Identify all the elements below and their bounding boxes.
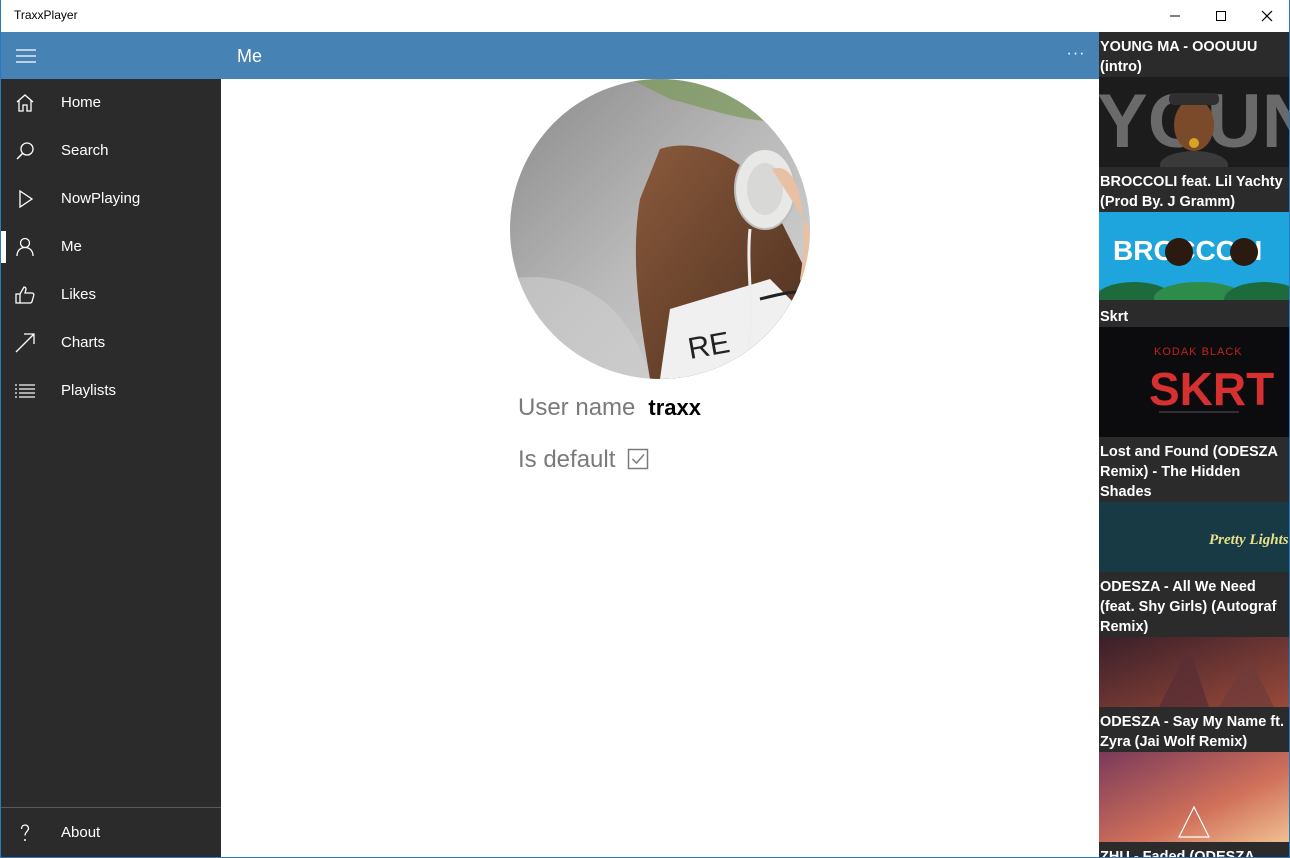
search-icon	[13, 139, 37, 163]
minimize-icon	[1170, 15, 1180, 17]
page-title: Me	[237, 46, 263, 66]
nav-item-home[interactable]: Home	[1, 79, 221, 127]
track-title: ZHU - Faded (ODESZA	[1100, 849, 1255, 858]
selection-indicator	[1, 231, 6, 263]
track-artwork	[1099, 637, 1289, 707]
track-item[interactable]: Lost and Found (ODESZA Remix) - The Hidd…	[1099, 442, 1289, 572]
close-icon	[1261, 10, 1273, 22]
nav-item-about[interactable]: About	[1, 809, 221, 857]
nav-item-label: Likes	[61, 286, 97, 303]
track-title: BROCCOLI feat. Lil Yachty (Prod By. J Gr…	[1100, 174, 1283, 210]
hamburger-button[interactable]	[1, 32, 51, 79]
track-artwork: YOUNG	[1099, 77, 1289, 167]
track-title: ODESZA - Say My Name ft. Zyra (Jai Wolf …	[1100, 714, 1284, 750]
maximize-button[interactable]	[1198, 0, 1244, 32]
minimize-button[interactable]	[1152, 0, 1198, 32]
nav-item-label: Me	[61, 238, 82, 255]
profile-page: RE User name traxx Is default	[221, 79, 1099, 857]
track-artwork: KODAK BLACK SKRT	[1099, 327, 1289, 437]
username-row: User name traxx	[518, 394, 701, 422]
track-item[interactable]: ZHU - Faded (ODESZA	[1099, 847, 1289, 858]
track-list: YOUNG MA - OOOUUU (intro) YOUNG BROCCOLI…	[1099, 32, 1289, 858]
close-button[interactable]	[1244, 0, 1289, 32]
nav-item-charts[interactable]: Charts	[1, 319, 221, 367]
track-item[interactable]: ODESZA - All We Need (feat. Shy Girls) (…	[1099, 577, 1289, 707]
thumbs-up-icon	[13, 283, 37, 307]
username-value: traxx	[648, 395, 701, 420]
track-title: ODESZA - All We Need (feat. Shy Girls) (…	[1100, 579, 1277, 635]
nav-item-me[interactable]: Me	[1, 223, 221, 271]
track-item[interactable]: BROCCOLI feat. Lil Yachty (Prod By. J Gr…	[1099, 172, 1289, 300]
hamburger-icon	[16, 48, 36, 63]
track-artwork: Pretty Lights	[1099, 502, 1289, 572]
help-icon	[13, 821, 37, 845]
art-text: SKRT	[1149, 363, 1274, 415]
art-text: Pretty Lights	[1209, 532, 1289, 548]
nav-item-search[interactable]: Search	[1, 127, 221, 175]
track-title: Lost and Found (ODESZA Remix) - The Hidd…	[1100, 444, 1278, 500]
trend-arrow-icon	[13, 331, 37, 355]
track-item[interactable]: Skrt KODAK BLACK SKRT	[1099, 307, 1289, 437]
is-default-checkbox[interactable]	[627, 448, 649, 470]
nav-item-label: Charts	[61, 334, 106, 351]
nav-item-nowplaying[interactable]: NowPlaying	[1, 175, 221, 223]
nav-item-label: Home	[61, 94, 102, 111]
default-row: Is default	[518, 445, 649, 474]
nav-item-label: NowPlaying	[61, 190, 141, 207]
home-icon	[13, 91, 37, 115]
window-title: TraxxPlayer	[14, 8, 78, 22]
app-window: TraxxPlayer Me ··· Home Search NowPlayin…	[0, 0, 1290, 858]
nav-item-likes[interactable]: Likes	[1, 271, 221, 319]
username-label: User name	[518, 394, 636, 421]
person-icon	[13, 235, 37, 259]
nav-item-label: Search	[61, 142, 109, 159]
track-artwork	[1099, 752, 1289, 842]
maximize-icon	[1216, 11, 1226, 21]
play-icon	[13, 187, 37, 211]
track-item[interactable]: YOUNG MA - OOOUUU (intro) YOUNG	[1099, 37, 1289, 167]
is-default-label: Is default	[518, 446, 616, 473]
title-bar: TraxxPlayer	[1, 0, 1289, 32]
app-header: Me ···	[1, 32, 1099, 79]
checkmark-icon	[628, 448, 649, 470]
nav-item-label: About	[61, 824, 101, 841]
profile-avatar: RE	[510, 79, 810, 379]
list-icon	[13, 379, 37, 403]
track-item[interactable]: ODESZA - Say My Name ft. Zyra (Jai Wolf …	[1099, 712, 1289, 842]
nav-item-playlists[interactable]: Playlists	[1, 367, 221, 415]
nav-item-label: Playlists	[61, 382, 117, 399]
nav-pane: Home Search NowPlaying Me Likes Charts P…	[1, 79, 221, 857]
track-title: YOUNG MA - OOOUUU (intro)	[1100, 39, 1258, 75]
track-title: Skrt	[1100, 309, 1129, 325]
more-options-button[interactable]: ···	[1061, 40, 1091, 70]
nav-divider	[1, 807, 221, 808]
track-artwork: BROCCOLI	[1099, 212, 1289, 300]
svg-text:KODAK BLACK: KODAK BLACK	[1154, 346, 1243, 358]
